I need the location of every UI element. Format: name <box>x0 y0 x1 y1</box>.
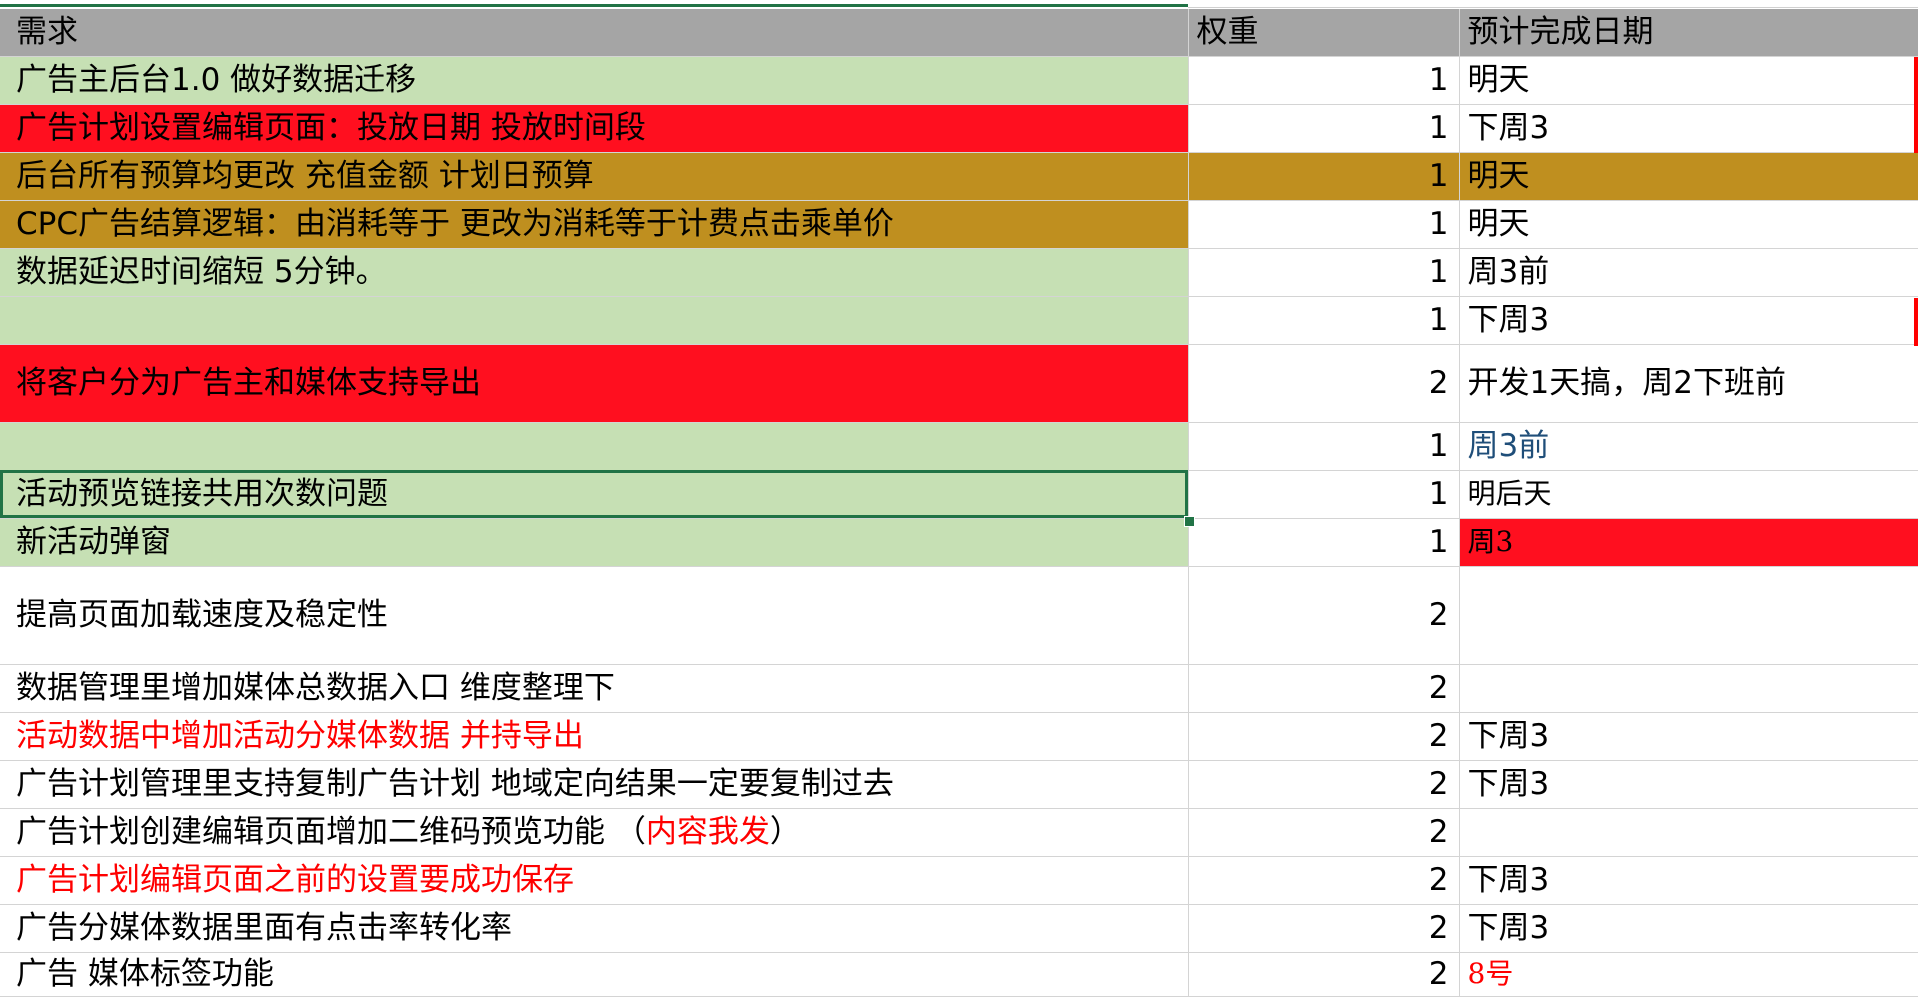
cell-due-date[interactable]: 周3 <box>1459 518 1918 567</box>
cell-weight[interactable]: 2 <box>1188 808 1460 857</box>
cell-due-date[interactable]: 明天 <box>1459 56 1918 105</box>
requirements-table: 需求 权重 预计完成日期 广告主后台1.0 做好数据迁移 1 明天 广告计划设置… <box>0 9 1918 997</box>
cell-weight[interactable]: 2 <box>1188 664 1460 713</box>
table-row: 广告计划创建编辑页面增加二维码预览功能 （内容我发） 2 <box>0 808 1918 857</box>
cell-weight[interactable]: 2 <box>1188 566 1460 665</box>
cell-requirement[interactable]: 广告主后台1.0 做好数据迁移 <box>0 56 1189 105</box>
cell-due-date[interactable]: 下周3 <box>1459 904 1918 953</box>
table-row: 将客户分为广告主和媒体支持导出 2 开发1天搞，周2下班前 <box>0 344 1918 423</box>
cell-edge-marker <box>1914 298 1918 346</box>
cell-due-date[interactable]: 周3前 <box>1459 248 1918 297</box>
cell-requirement[interactable]: 后台所有预算均更改 充值金额 计划日预算 <box>0 152 1189 201</box>
sheet-top-border <box>0 0 1918 9</box>
table-row: 1 周3前 <box>0 422 1918 471</box>
header-due-date[interactable]: 预计完成日期 <box>1459 9 1918 57</box>
table-row: 广告主后台1.0 做好数据迁移 1 明天 <box>0 56 1918 105</box>
header-requirement[interactable]: 需求 <box>0 9 1189 57</box>
cell-requirement[interactable]: CPC广告结算逻辑：由消耗等于 更改为消耗等于计费点击乘单价 <box>0 200 1189 249</box>
table-row: 新活动弹窗 1 周3 <box>0 518 1918 567</box>
table-row: 活动数据中增加活动分媒体数据 并持导出 2 下周3 <box>0 712 1918 761</box>
table-row: 1 下周3 <box>0 296 1918 345</box>
cell-weight[interactable]: 1 <box>1188 422 1460 471</box>
cell-due-date[interactable]: 开发1天搞，周2下班前 <box>1459 344 1918 423</box>
cell-weight[interactable]: 1 <box>1188 518 1460 567</box>
cell-requirement[interactable]: 活动数据中增加活动分媒体数据 并持导出 <box>0 712 1189 761</box>
table-row: 活动预览链接共用次数问题 1 明后天 <box>0 470 1918 519</box>
table-row: 广告计划编辑页面之前的设置要成功保存 2 下周3 <box>0 856 1918 905</box>
table-row: 广告计划管理里支持复制广告计划 地域定向结果一定要复制过去 2 下周3 <box>0 760 1918 809</box>
cell-weight[interactable]: 1 <box>1188 470 1460 519</box>
cell-due-date[interactable]: 下周3 <box>1459 856 1918 905</box>
cell-due-date[interactable]: 下周3 <box>1459 104 1918 153</box>
cell-requirement[interactable]: 广告计划编辑页面之前的设置要成功保存 <box>0 856 1189 905</box>
spreadsheet: 需求 权重 预计完成日期 广告主后台1.0 做好数据迁移 1 明天 广告计划设置… <box>0 0 1918 997</box>
cell-weight[interactable]: 2 <box>1188 712 1460 761</box>
cell-weight[interactable]: 2 <box>1188 952 1460 997</box>
cell-weight[interactable]: 1 <box>1188 296 1460 345</box>
cell-due-date[interactable]: 下周3 <box>1459 712 1918 761</box>
header-weight[interactable]: 权重 <box>1188 9 1460 57</box>
cell-due-date[interactable]: 明天 <box>1459 152 1918 201</box>
cell-requirement-selected[interactable]: 活动预览链接共用次数问题 <box>0 470 1189 519</box>
cell-weight[interactable]: 1 <box>1188 104 1460 153</box>
cell-requirement[interactable]: 数据延迟时间缩短 5分钟。 <box>0 248 1189 297</box>
cell-due-date[interactable]: 下周3 <box>1459 760 1918 809</box>
cell-requirement[interactable]: 广告 媒体标签功能 <box>0 952 1189 997</box>
cell-due-date[interactable] <box>1459 808 1918 857</box>
cell-due-date[interactable]: 周3前 <box>1459 422 1918 471</box>
cell-due-date[interactable]: 明天 <box>1459 200 1918 249</box>
cell-text: 广告计划创建编辑页面增加二维码预览功能 （ <box>16 813 646 850</box>
cell-weight[interactable]: 2 <box>1188 760 1460 809</box>
header-row: 需求 权重 预计完成日期 <box>0 9 1918 57</box>
table-row: 广告计划设置编辑页面：投放日期 投放时间段 1 下周3 <box>0 104 1918 153</box>
cell-due-date[interactable]: 明后天 <box>1459 470 1918 519</box>
cell-weight[interactable]: 1 <box>1188 248 1460 297</box>
cell-requirement[interactable]: 广告计划设置编辑页面：投放日期 投放时间段 <box>0 104 1189 153</box>
cell-weight[interactable]: 2 <box>1188 344 1460 423</box>
cell-requirement[interactable]: 广告计划管理里支持复制广告计划 地域定向结果一定要复制过去 <box>0 760 1189 809</box>
cell-edge-marker <box>1914 57 1918 153</box>
cell-text: ） <box>769 813 801 850</box>
active-column-indicator <box>0 4 1188 7</box>
table-row: CPC广告结算逻辑：由消耗等于 更改为消耗等于计费点击乘单价 1 明天 <box>0 200 1918 249</box>
cell-requirement[interactable]: 广告分媒体数据里面有点击率转化率 <box>0 904 1189 953</box>
cell-text-red: 内容我发 <box>645 813 770 850</box>
table-row: 广告 媒体标签功能 2 8号 <box>0 952 1918 997</box>
cell-due-date[interactable]: 8号 <box>1459 952 1918 997</box>
table-row: 提高页面加载速度及稳定性 2 <box>0 566 1918 665</box>
table-row: 后台所有预算均更改 充值金额 计划日预算 1 明天 <box>0 152 1918 201</box>
cell-requirement[interactable] <box>0 422 1189 471</box>
fill-handle[interactable] <box>1184 516 1195 527</box>
cell-due-date[interactable]: 下周3 <box>1459 296 1918 345</box>
cell-weight[interactable]: 2 <box>1188 856 1460 905</box>
table-row: 数据管理里增加媒体总数据入口 维度整理下 2 <box>0 664 1918 713</box>
cell-weight[interactable]: 1 <box>1188 200 1460 249</box>
cell-due-date[interactable] <box>1459 566 1918 665</box>
table-row: 数据延迟时间缩短 5分钟。 1 周3前 <box>0 248 1918 297</box>
cell-due-date[interactable] <box>1459 664 1918 713</box>
cell-requirement[interactable]: 将客户分为广告主和媒体支持导出 <box>0 344 1189 423</box>
cell-requirement[interactable]: 新活动弹窗 <box>0 518 1189 567</box>
cell-requirement[interactable]: 数据管理里增加媒体总数据入口 维度整理下 <box>0 664 1189 713</box>
cell-weight[interactable]: 2 <box>1188 904 1460 953</box>
cell-weight[interactable]: 1 <box>1188 152 1460 201</box>
cell-requirement[interactable] <box>0 296 1189 345</box>
cell-requirement[interactable]: 广告计划创建编辑页面增加二维码预览功能 （内容我发） <box>0 808 1189 857</box>
cell-requirement[interactable]: 提高页面加载速度及稳定性 <box>0 566 1189 665</box>
table-row: 广告分媒体数据里面有点击率转化率 2 下周3 <box>0 904 1918 953</box>
cell-weight[interactable]: 1 <box>1188 56 1460 105</box>
